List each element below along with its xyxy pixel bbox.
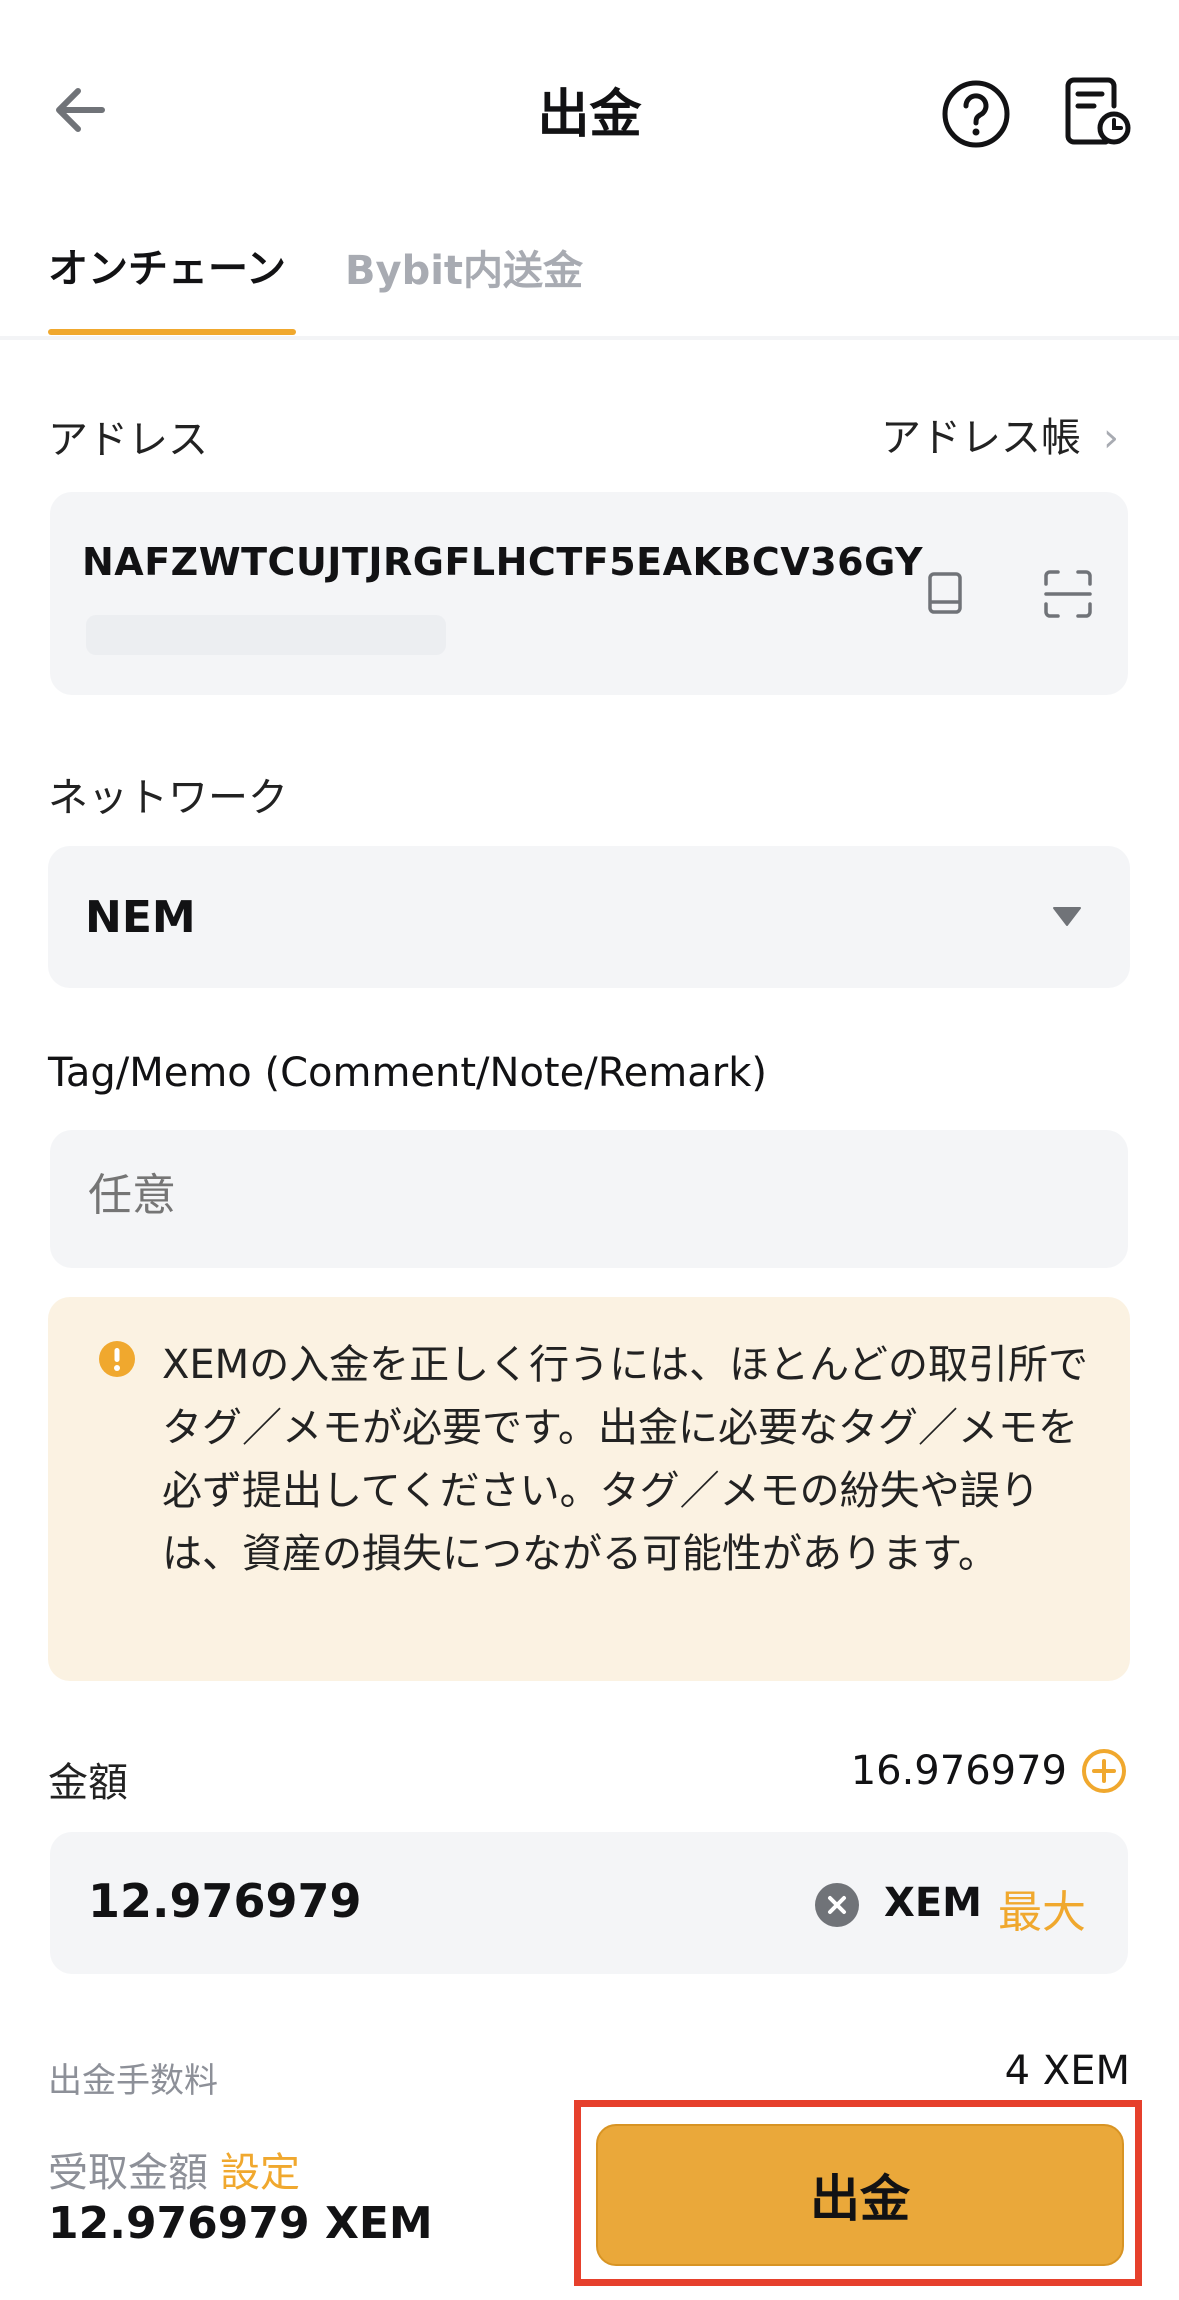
memo-input[interactable] xyxy=(88,1170,988,1221)
amount-label: 金額 xyxy=(48,1760,128,1806)
network-value: NEM xyxy=(85,892,196,943)
address-book-link[interactable]: アドレス帳 › xyxy=(881,405,1119,463)
fee-value: 4 XEM xyxy=(1004,2048,1130,2094)
receive-amount-label: 受取金額 xyxy=(48,2150,208,2196)
memo-label: Tag/Memo (Comment/Note/Remark) xyxy=(48,1050,767,1096)
receive-amount-row: 受取金額 設定 xyxy=(48,2140,300,2198)
address-value: NAFZWTCUJTJRGFLHCTF5EAKBCV36GY xyxy=(82,540,923,584)
max-button[interactable]: 最大 xyxy=(998,1876,1086,1940)
network-select[interactable] xyxy=(48,846,1130,988)
amount-unit: XEM xyxy=(884,1880,982,1926)
plus-circle-icon[interactable] xyxy=(1081,1748,1127,1794)
network-label: ネットワーク xyxy=(48,775,288,821)
receive-amount-value: 12.976979 XEM xyxy=(48,2198,433,2249)
warning-icon xyxy=(99,1341,135,1377)
chevron-right-icon: › xyxy=(1103,415,1119,461)
scan-qr-icon[interactable] xyxy=(1042,568,1094,620)
amount-input-value[interactable]: 12.976979 xyxy=(88,1874,362,1928)
active-tab-indicator xyxy=(48,329,296,335)
fee-label: 出金手数料 xyxy=(48,2061,218,2101)
warning-text: XEMの入金を正しく行うには、ほとんどの取引所でタグ／メモが必要です。出金に必要… xyxy=(162,1342,1088,1577)
withdraw-history-icon[interactable] xyxy=(1062,76,1132,148)
tab-divider xyxy=(0,336,1179,340)
available-balance-value: 16.976979 xyxy=(850,1748,1067,1794)
withdraw-button[interactable]: 出金 xyxy=(596,2124,1124,2266)
caret-down-icon[interactable] xyxy=(1052,905,1082,927)
receive-setting-link[interactable]: 設定 xyxy=(220,2150,300,2196)
address-book-icon[interactable] xyxy=(920,568,970,618)
address-value-masked xyxy=(86,615,446,655)
available-balance: 16.976979 xyxy=(851,1748,1127,1794)
address-book-label: アドレス帳 xyxy=(881,415,1081,461)
clear-icon[interactable] xyxy=(814,1882,860,1928)
tab-internal-transfer[interactable]: Bybit内送金 xyxy=(345,238,583,296)
tab-onchain[interactable]: オンチェーン xyxy=(48,236,286,294)
help-icon[interactable] xyxy=(940,78,1012,150)
address-label: アドレス xyxy=(48,417,208,463)
